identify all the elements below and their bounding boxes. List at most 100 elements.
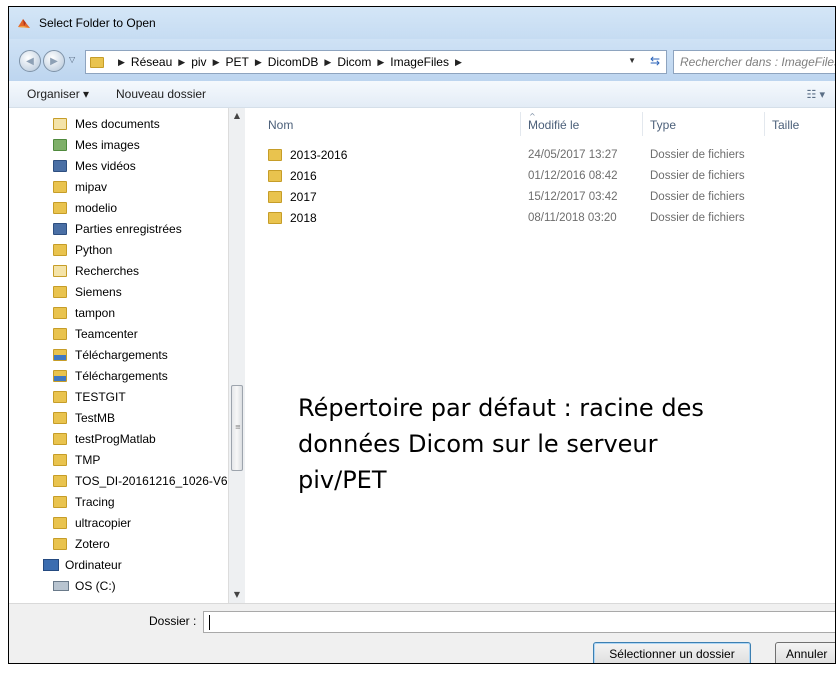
nav-item-label: TESTGIT [75, 390, 126, 404]
recent-pages-dropdown-icon[interactable]: ▽ [69, 55, 75, 64]
folder-icon [53, 475, 67, 487]
breadcrumb-item[interactable]: DicomDB [268, 55, 319, 69]
breadcrumb-item[interactable]: piv [191, 55, 206, 69]
breadcrumb-item[interactable]: ImageFiles [390, 55, 449, 69]
file-row[interactable]: 2017 15/12/2017 03:42 Dossier de fichier… [246, 187, 835, 207]
organize-button[interactable]: Organiser ▾ [27, 87, 89, 101]
chevron-right-icon[interactable]: ▶ [118, 57, 125, 68]
scroll-down-icon[interactable]: ▼ [229, 587, 245, 603]
folder-icon [53, 412, 67, 424]
nav-item[interactable]: Recherches [53, 261, 139, 281]
select-folder-button[interactable]: Sélectionner un dossier [593, 642, 751, 663]
nav-item-computer[interactable]: Ordinateur [43, 555, 122, 575]
videos-icon [53, 160, 67, 172]
folder-icon [53, 496, 67, 508]
breadcrumb-item[interactable]: PET [225, 55, 248, 69]
file-type: Dossier de fichiers [650, 191, 745, 203]
nav-item-label: Mes images [75, 138, 140, 152]
chevron-right-icon[interactable]: ▶ [213, 57, 220, 68]
nav-item[interactable]: TESTGIT [53, 387, 126, 407]
column-divider[interactable] [764, 112, 765, 136]
file-modified: 15/12/2017 03:42 [528, 191, 618, 203]
file-name-text: 2017 [290, 190, 317, 204]
nav-item-label: Tracing [75, 495, 115, 509]
refresh-icon[interactable]: ⇆ [650, 54, 660, 68]
file-modified: 01/12/2016 08:42 [528, 170, 618, 182]
grip-icon: ≡ [235, 423, 241, 431]
nav-item[interactable]: Téléchargements [53, 366, 168, 386]
column-header-modified[interactable]: Modifié le [528, 118, 579, 132]
nav-item[interactable]: Mes images [53, 135, 140, 155]
new-folder-button[interactable]: Nouveau dossier [116, 87, 206, 101]
nav-item[interactable]: Téléchargements [53, 345, 168, 365]
file-row[interactable]: 2013-2016 24/05/2017 13:27 Dossier de fi… [246, 145, 835, 165]
nav-item[interactable]: Python [53, 240, 112, 260]
file-row[interactable]: 2018 08/11/2018 03:20 Dossier de fichier… [246, 208, 835, 228]
chevron-right-icon[interactable]: ▶ [455, 57, 462, 68]
dialog-footer: Dossier : Sélectionner un dossier Annule… [9, 603, 835, 663]
nav-item[interactable]: ultracopier [53, 513, 131, 533]
folder-field[interactable] [203, 611, 835, 633]
chevron-right-icon[interactable]: ▶ [255, 57, 262, 68]
address-dropdown-icon[interactable]: ▼ [628, 56, 636, 65]
nav-item[interactable]: Teamcenter [53, 324, 138, 344]
downloads-icon [53, 349, 67, 361]
forward-arrow-icon: ▶ [50, 55, 58, 67]
chevron-right-icon[interactable]: ▶ [377, 57, 384, 68]
nav-item-label: ultracopier [75, 516, 132, 530]
title-bar: Select Folder to Open [9, 7, 835, 39]
nav-item-drive[interactable]: OS (C:) [53, 576, 116, 596]
breadcrumb-item[interactable]: Réseau [131, 55, 172, 69]
nav-item[interactable]: Parties enregistrées [53, 219, 182, 239]
file-list: ^ Nom Modifié le Type Taille 2013-2016 2… [246, 108, 835, 603]
folder-icon [53, 391, 67, 403]
nav-item-label: TMP [75, 453, 101, 467]
view-options-icon[interactable]: ☷ ▾ [807, 88, 825, 101]
nav-item[interactable]: TMP [53, 450, 100, 470]
nav-item-label: modelio [75, 201, 118, 215]
column-divider[interactable] [642, 112, 643, 136]
file-type: Dossier de fichiers [650, 212, 745, 224]
file-type: Dossier de fichiers [650, 149, 745, 161]
nav-item[interactable]: modelio [53, 198, 117, 218]
scrollbar-thumb[interactable]: ≡ [231, 385, 243, 471]
search-input[interactable]: Rechercher dans : ImageFiles [673, 50, 835, 74]
breadcrumb[interactable]: ▶ Réseau ▶ piv ▶ PET ▶ DicomDB ▶ Dicom ▶… [85, 50, 667, 74]
file-name-text: 2018 [290, 211, 317, 225]
nav-item[interactable]: mipav [53, 177, 107, 197]
nav-item[interactable]: TOS_DI-20161216_1026-V6 [53, 471, 228, 491]
nav-item[interactable]: Tracing [53, 492, 115, 512]
nav-item[interactable]: TestMB [53, 408, 115, 428]
file-row[interactable]: 2016 01/12/2016 08:42 Dossier de fichier… [246, 166, 835, 186]
nav-item-label: Python [75, 243, 113, 257]
chevron-right-icon[interactable]: ▶ [324, 57, 331, 68]
folder-icon [53, 517, 67, 529]
forward-button[interactable]: ▶ [43, 50, 65, 72]
nav-item-label: Parties enregistrées [75, 222, 182, 236]
folder-label: Dossier : [149, 614, 197, 628]
drive-icon [53, 581, 69, 591]
cancel-button[interactable]: Annuler [775, 642, 835, 663]
nav-item[interactable]: testProgMatlab [53, 429, 156, 449]
scroll-up-icon[interactable]: ▲ [229, 108, 245, 124]
folder-icon [53, 538, 67, 550]
folder-icon [53, 286, 67, 298]
nav-item-label: TestMB [75, 411, 116, 425]
file-name-text: 2013-2016 [290, 148, 348, 162]
column-header-name[interactable]: Nom [268, 118, 293, 132]
nav-scrollbar[interactable]: ▲ ≡ ▼ [228, 108, 245, 603]
nav-item[interactable]: Mes vidéos [53, 156, 136, 176]
column-header-type[interactable]: Type [650, 118, 676, 132]
nav-item-label: Siemens [75, 285, 122, 299]
nav-item[interactable]: Siemens [53, 282, 122, 302]
nav-item[interactable]: Mes documents [53, 114, 160, 134]
breadcrumb-item[interactable]: Dicom [337, 55, 371, 69]
back-button[interactable]: ◀ [19, 50, 41, 72]
nav-item[interactable]: Zotero [53, 534, 110, 554]
chevron-right-icon[interactable]: ▶ [178, 57, 185, 68]
column-header-size[interactable]: Taille [772, 118, 799, 132]
annotation-line: piv/PET [298, 466, 387, 494]
file-modified: 08/11/2018 03:20 [528, 212, 617, 224]
nav-item[interactable]: tampon [53, 303, 115, 323]
column-divider[interactable] [520, 112, 521, 136]
